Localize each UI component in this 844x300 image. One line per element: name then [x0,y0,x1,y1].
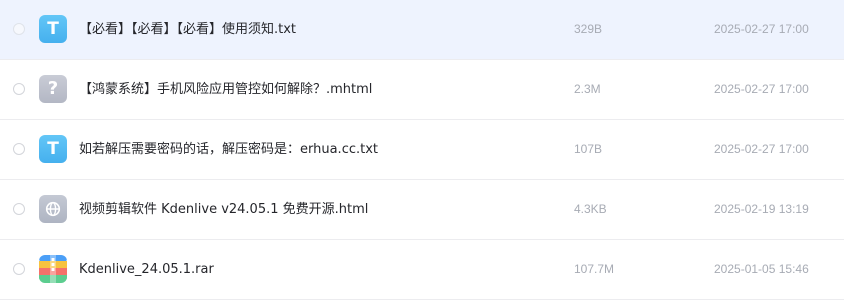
file-date: 2025-02-27 17:00 [714,82,809,96]
txt-glyph: T [47,18,59,39]
row-checkbox[interactable] [13,83,25,95]
file-size: 107.7M [574,262,615,276]
row-checkbox[interactable] [13,263,25,275]
file-row[interactable]: Kdenlive_24.05.1.rar 107.7M 2025-01-05 1… [0,240,844,300]
rar-archive-icon [39,255,67,283]
globe-icon [45,201,61,217]
file-name[interactable]: 如若解压需要密码的话，解压密码是：erhua.cc.txt [79,120,378,179]
archive-stack-icon [39,255,67,283]
unknown-file-icon: ? [39,75,67,103]
file-row[interactable]: 视频剪辑软件 Kdenlive v24.05.1 免费开源.html 4.3KB… [0,180,844,240]
row-checkbox[interactable] [13,23,25,35]
file-name[interactable]: 【必看】【必看】【必看】使用须知.txt [79,0,296,59]
file-date: 2025-02-27 17:00 [714,142,809,156]
file-name[interactable]: 【鸿蒙系统】手机风险应用管控如何解除？.mhtml [79,60,372,119]
txt-glyph: T [47,138,59,159]
file-date: 2025-02-19 13:19 [714,202,809,216]
row-checkbox[interactable] [13,203,25,215]
html-file-icon [39,195,67,223]
file-size: 4.3KB [574,202,607,216]
question-glyph: ? [47,78,59,99]
txt-file-icon: T [39,135,67,163]
file-date: 2025-02-27 17:00 [714,22,809,36]
file-size: 2.3M [574,82,601,96]
file-row[interactable]: T 如若解压需要密码的话，解压密码是：erhua.cc.txt 107B 202… [0,120,844,180]
file-size: 329B [574,22,603,36]
file-row[interactable]: ? 【鸿蒙系统】手机风险应用管控如何解除？.mhtml 2.3M 2025-02… [0,60,844,120]
row-checkbox[interactable] [13,143,25,155]
file-list: T 【必看】【必看】【必看】使用须知.txt 329B 2025-02-27 1… [0,0,844,300]
file-date: 2025-01-05 15:46 [714,262,809,276]
file-name[interactable]: Kdenlive_24.05.1.rar [79,240,214,299]
file-row[interactable]: T 【必看】【必看】【必看】使用须知.txt 329B 2025-02-27 1… [0,0,844,60]
file-name[interactable]: 视频剪辑软件 Kdenlive v24.05.1 免费开源.html [79,180,368,239]
file-size: 107B [574,142,603,156]
txt-file-icon: T [39,15,67,43]
